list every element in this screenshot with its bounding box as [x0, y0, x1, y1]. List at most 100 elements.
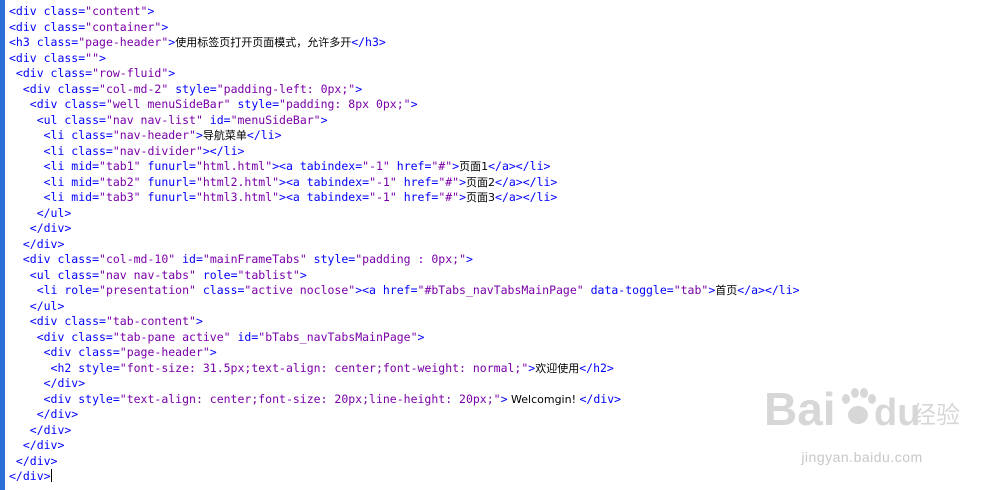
code-tag: > [299, 267, 307, 282]
code-line[interactable]: </div> [9, 407, 989, 423]
code-tag: </a></li> [737, 283, 800, 297]
code-string: "-1" [369, 190, 397, 204]
code-line[interactable]: </div> [9, 469, 989, 485]
code-string: "page-header" [78, 35, 169, 49]
code-line[interactable]: <ul class="nav nav-list" id="menuSideBar… [9, 113, 989, 129]
code-tag: > [459, 174, 467, 189]
code-line[interactable]: </div> [9, 423, 989, 439]
code-tag: funurl= [140, 190, 196, 204]
code-tag: > [195, 128, 203, 142]
code-string: "tablist" [237, 267, 300, 282]
code-string: "-1" [362, 159, 390, 173]
code-tag: </div> [9, 407, 79, 421]
code-tag: </h3> [351, 35, 386, 49]
code-line[interactable]: <li role="presentation" class="active no… [9, 283, 989, 299]
code-tag: </div> [9, 422, 72, 437]
code-line[interactable]: <div style="text-align: center;font-size… [9, 392, 989, 408]
code-line[interactable]: <div class="well menuSideBar" style="pad… [9, 97, 989, 113]
code-tag: id= [202, 112, 231, 127]
code-tag: funurl= [140, 159, 196, 173]
code-line[interactable]: <li mid="tab2" funurl="html2.html"><a ta… [9, 175, 989, 191]
code-tag: ><a tabindex= [279, 174, 370, 189]
code-tag: <div class= [9, 314, 106, 328]
code-tag: <h2 style= [9, 360, 120, 375]
code-tag: </div> [9, 453, 58, 468]
code-string: "well menuSideBar" [105, 97, 231, 111]
code-string: "html2.html" [195, 174, 280, 189]
code-line[interactable]: <div class="col-md-10" id="mainFrameTabs… [9, 252, 989, 268]
code-tag: </a></li> [488, 159, 551, 173]
code-tag: <div class= [9, 66, 93, 80]
code-tag: > [320, 112, 328, 127]
code-tag: </div> [579, 391, 622, 406]
code-tag: id= [230, 329, 259, 344]
code-line[interactable]: <div class="col-md-2" style="padding-lef… [9, 82, 989, 98]
code-text: Welcomgin! [507, 392, 580, 406]
code-string: "nav nav-list" [105, 112, 203, 127]
code-tag: > [459, 190, 467, 204]
code-tag: > [195, 314, 203, 328]
code-line[interactable]: </div> [9, 438, 989, 454]
code-line[interactable]: <div class="container"> [9, 20, 989, 36]
code-tag: <div class= [9, 4, 86, 18]
code-line[interactable]: </ul> [9, 299, 989, 315]
text-cursor [50, 469, 52, 482]
code-tag: <li class= [9, 143, 113, 158]
code-tag: <li mid= [9, 159, 100, 173]
code-tag: > [147, 4, 155, 18]
code-line[interactable]: </ul> [9, 206, 989, 222]
code-line[interactable]: <div class="row-fluid"> [9, 66, 989, 82]
code-string: "tab3" [99, 190, 141, 204]
code-tag: </li> [246, 128, 282, 142]
code-tag: role= [195, 267, 238, 282]
code-tag: > [168, 66, 176, 80]
code-line[interactable]: <li mid="tab1" funurl="html.html"><a tab… [9, 159, 989, 175]
code-line[interactable]: <div class="content"> [9, 4, 989, 20]
code-tag: href= [389, 159, 432, 173]
code-line[interactable]: </div> [9, 221, 989, 237]
code-line[interactable]: <div class="tab-pane active" id="bTabs_n… [9, 330, 989, 346]
code-line[interactable]: <li mid="tab3" funurl="html3.html"><a ta… [9, 190, 989, 206]
code-line[interactable]: </div> [9, 376, 989, 392]
code-string: "row-fluid" [92, 66, 169, 80]
code-editor[interactable]: <div class="content"> <div class="contain… [0, 0, 1000, 490]
code-tag: > [355, 81, 363, 96]
code-line[interactable]: <h3 class="page-header">使用标签页打开页面模式，允许多开… [9, 35, 989, 51]
code-tag: </div> [9, 438, 65, 452]
code-string: "tab-pane active" [112, 329, 231, 344]
code-string: "padding-left: 0px;" [216, 81, 356, 96]
code-line[interactable]: <h2 style="font-size: 31.5px;text-align:… [9, 361, 989, 377]
code-line[interactable]: <li class="nav-header">导航菜单</li> [9, 128, 989, 144]
code-line[interactable]: <div class=""> [9, 51, 989, 67]
code-text: 使用标签页打开页面模式，允许多开 [175, 36, 352, 49]
code-area[interactable]: <div class="content"> <div class="contain… [9, 4, 989, 485]
code-string: "container" [85, 19, 162, 34]
code-tag: style= [230, 97, 280, 111]
code-tag: > [466, 252, 473, 266]
code-tag: </ul> [9, 298, 65, 313]
code-string: "#" [438, 190, 460, 204]
code-line[interactable]: </div> [9, 454, 989, 470]
code-line[interactable]: <div class="page-header"> [9, 345, 989, 361]
code-tag: <li mid= [9, 190, 100, 204]
code-string: "menuSideBar" [230, 112, 321, 127]
code-string: "padding : 0px;" [355, 252, 466, 266]
code-text: 页面1 [459, 160, 489, 173]
code-tag: > [410, 97, 418, 111]
code-string: "nav-header" [112, 128, 196, 142]
code-line[interactable]: <ul class="nav nav-tabs" role="tablist"> [9, 268, 989, 284]
code-line[interactable]: <li class="nav-divider"></li> [9, 144, 989, 160]
code-tag: </div> [9, 221, 72, 235]
code-tag: > [417, 329, 425, 344]
code-tag: <li mid= [9, 174, 100, 189]
code-tag: ><a href= [355, 283, 418, 297]
code-tag: </div> [9, 236, 65, 251]
code-tag: data-toggle= [583, 283, 674, 297]
code-string: "col-md-10" [99, 252, 176, 266]
code-line[interactable]: <div class="tab-content"> [9, 314, 989, 330]
code-line[interactable]: </div> [9, 237, 989, 253]
code-tag: <div class= [9, 50, 86, 65]
code-tag: </h2> [579, 360, 614, 375]
code-tag: id= [175, 252, 203, 266]
code-tag: </div> [9, 469, 51, 483]
